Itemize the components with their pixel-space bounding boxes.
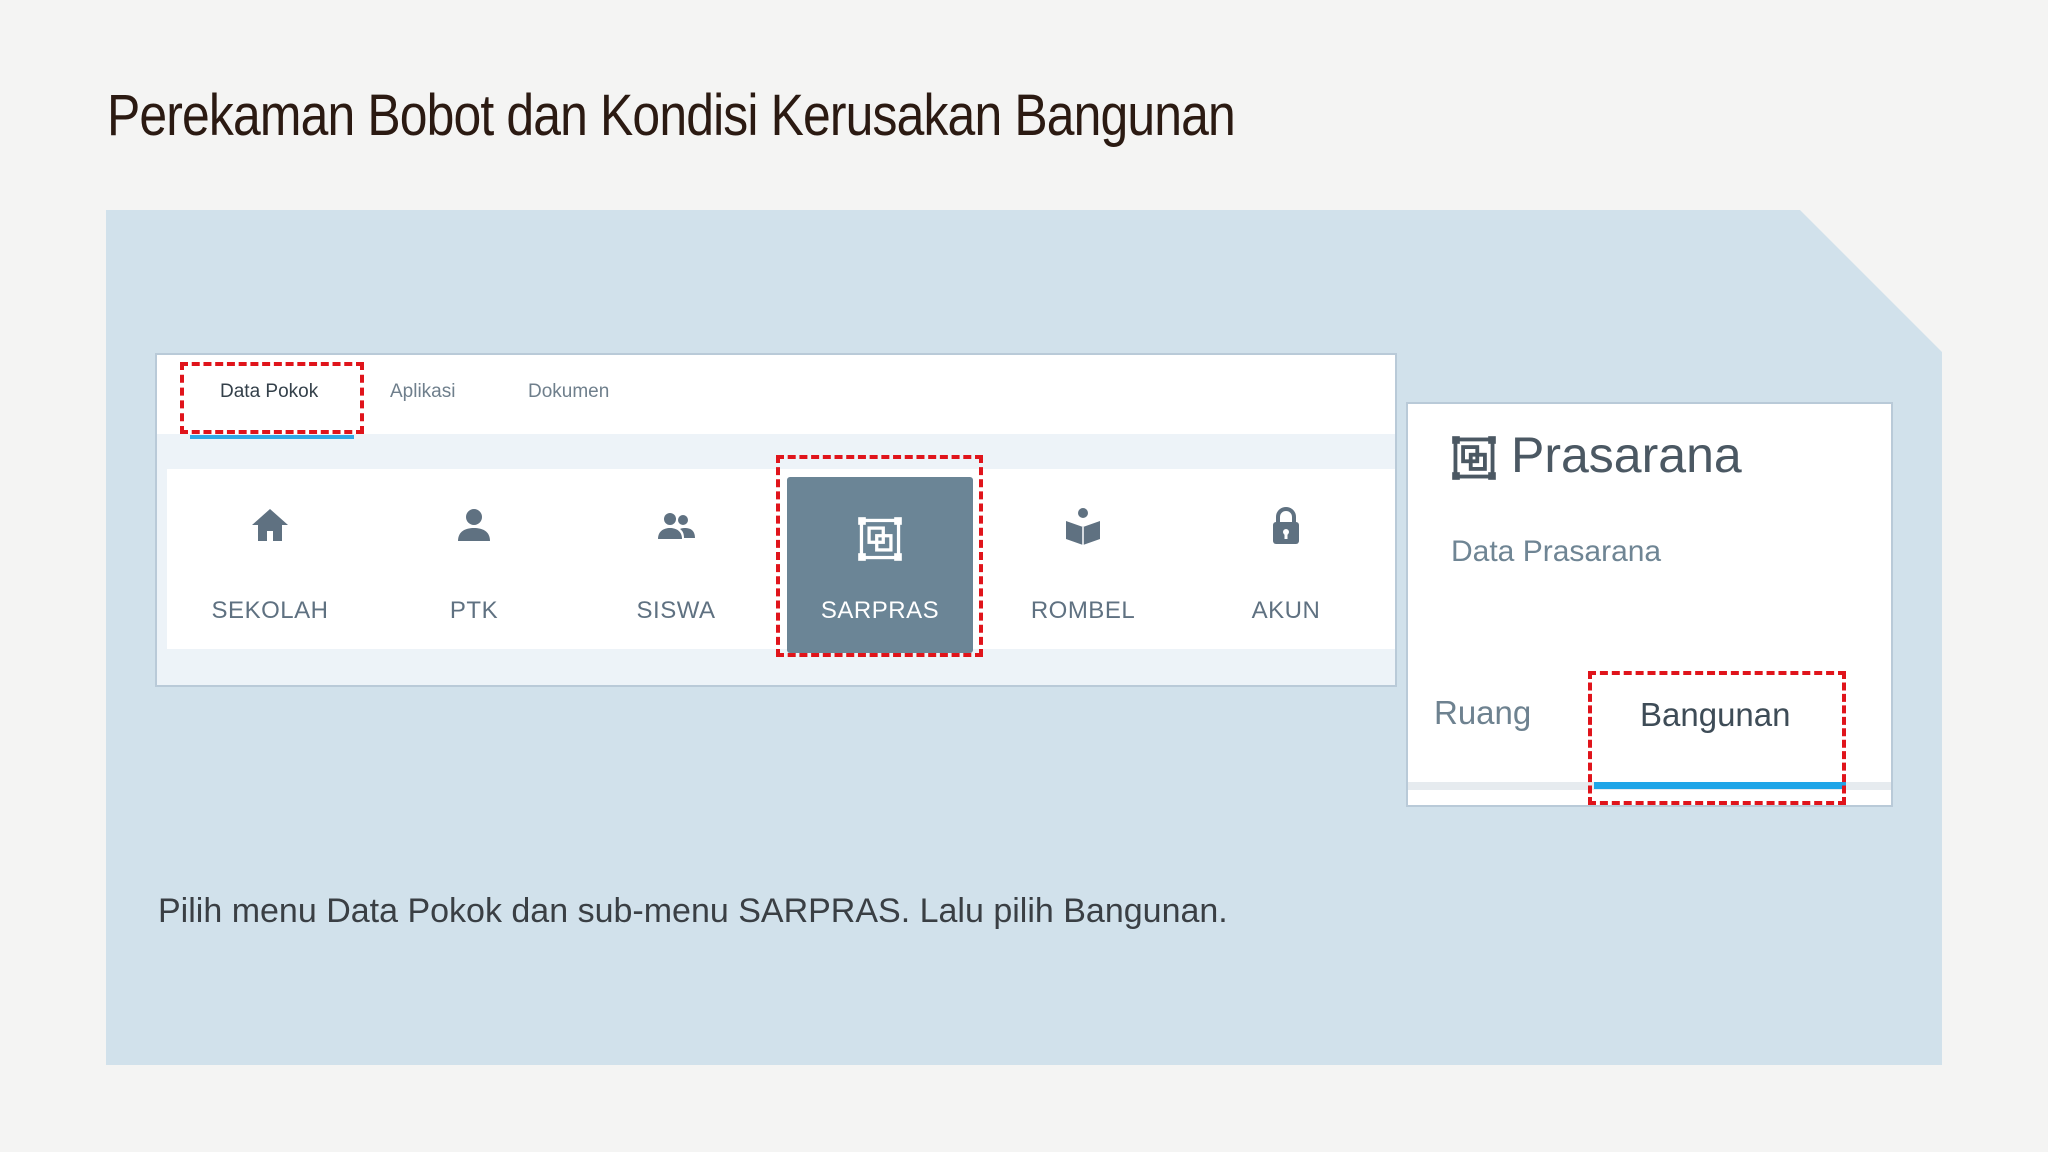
tab-bangunan[interactable]: Bangunan	[1640, 696, 1790, 734]
menu-item-siswa[interactable]: SISWA	[583, 469, 769, 649]
slide-title: Perekaman Bobot dan Kondisi Kerusakan Ba…	[107, 83, 1236, 148]
menu-label-rombel: ROMBEL	[1030, 597, 1136, 624]
menu-item-sekolah[interactable]: SEKOLAH	[177, 469, 363, 649]
prasarana-title: Prasarana	[1511, 427, 1742, 483]
caption: Pilih menu Data Pokok dan sub-menu SARPR…	[158, 892, 1228, 930]
group-icon	[658, 513, 695, 539]
menu-label-akun: AKUN	[1251, 597, 1321, 624]
reading-person-icon	[1066, 508, 1100, 545]
building-frame-icon	[1452, 436, 1496, 480]
menu-item-akun[interactable]: AKUN	[1193, 469, 1379, 649]
navigation-card: Data Pokok Aplikasi Dokumen SEKOLAH PTK	[155, 353, 1397, 687]
tab-dokumen[interactable]: Dokumen	[528, 381, 609, 403]
person-icon	[458, 509, 490, 541]
menu-row: SEKOLAH PTK SISWA SARPRAS ROMBEL AKUN	[167, 469, 1395, 653]
tab-data-pokok[interactable]: Data Pokok	[220, 381, 318, 403]
active-tab-underline	[1594, 782, 1846, 789]
active-tab-underline	[190, 435, 354, 439]
tab-aplikasi[interactable]: Aplikasi	[390, 381, 455, 403]
menu-label-sarpras: SARPRAS	[820, 597, 940, 624]
menu-label-siswa: SISWA	[636, 597, 716, 624]
menu-item-rombel[interactable]: ROMBEL	[990, 469, 1176, 649]
menu-item-ptk[interactable]: PTK	[381, 469, 567, 649]
prasarana-card: Prasarana Data Prasarana Ruang Bangunan	[1406, 402, 1893, 807]
prasarana-subtitle: Data Prasarana	[1451, 535, 1662, 568]
tab-ruang[interactable]: Ruang	[1434, 694, 1531, 732]
building-frame-icon	[858, 517, 902, 561]
top-tab-bar: Data Pokok Aplikasi Dokumen	[157, 355, 1395, 434]
home-icon	[252, 509, 288, 541]
menu-item-sarpras[interactable]: SARPRAS	[787, 477, 973, 653]
menu-label-sekolah: SEKOLAH	[211, 597, 329, 624]
lock-icon	[1273, 506, 1299, 544]
menu-label-ptk: PTK	[449, 597, 499, 624]
